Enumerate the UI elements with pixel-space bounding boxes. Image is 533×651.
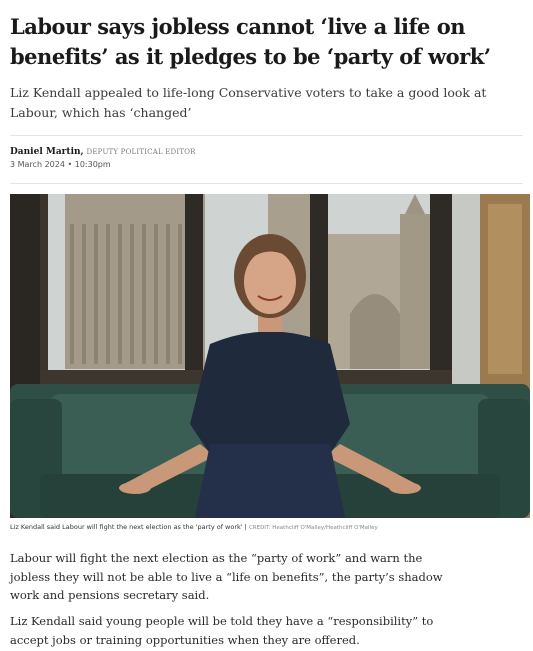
photo-credit: CREDIT: Heathcliff O'Malley/Heathcliff O… — [248, 525, 378, 531]
author-role: Deputy Political Editor — [86, 148, 196, 156]
author-link[interactable]: Daniel Martin, — [10, 147, 84, 157]
lead-photo[interactable] — [10, 194, 530, 518]
body-paragraph: Labour will fight the next election as t… — [10, 551, 443, 602]
photo-caption: Liz Kendall said Labour will fight the n… — [10, 523, 525, 531]
caption-text: Liz Kendall said Labour will fight the n… — [10, 523, 243, 531]
article-standfirst: Liz Kendall appealed to life-long Conser… — [10, 85, 487, 120]
caption-separator: | — [244, 523, 247, 531]
body-paragraph: Liz Kendall said young people will be to… — [10, 614, 434, 647]
divider — [10, 183, 523, 184]
divider — [10, 135, 523, 136]
article-headline: Labour says jobless cannot ‘live a life … — [10, 14, 491, 69]
byline: Daniel Martin, Deputy Political Editor — [10, 146, 196, 159]
publish-date: 3 March 2024 • 10:30pm — [10, 160, 111, 169]
